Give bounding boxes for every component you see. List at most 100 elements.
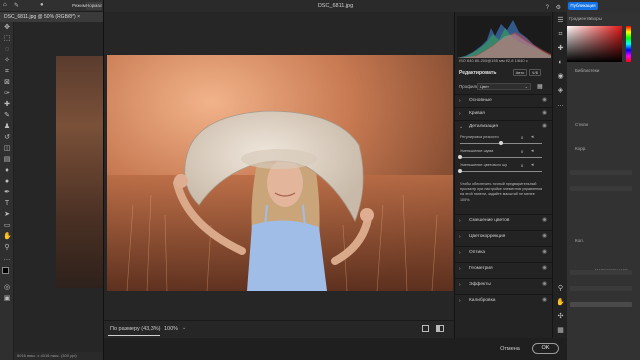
stamp-tool-icon[interactable]: ♟	[3, 123, 11, 131]
slider-value[interactable]: 0	[521, 163, 523, 168]
edit-sliders-icon[interactable]: ☰	[556, 16, 565, 25]
eye-icon[interactable]: ◉	[542, 265, 547, 271]
section-label: Оптика	[469, 250, 486, 255]
eye-icon[interactable]: ◉	[542, 97, 547, 103]
eye-icon[interactable]: ◉	[542, 217, 547, 223]
brush-preset-icon[interactable]: ●	[40, 2, 44, 8]
ok-button[interactable]: OK	[532, 343, 559, 354]
masking-icon[interactable]: ◐	[556, 58, 565, 67]
layer-row[interactable]	[570, 302, 632, 307]
eye-icon[interactable]: ◉	[542, 233, 547, 239]
profile-browser-icon[interactable]: ▦	[537, 83, 543, 90]
slider-value[interactable]: 0	[521, 135, 523, 140]
gradient-tool-icon[interactable]: ▤	[3, 156, 11, 164]
quick-select-tool-icon[interactable]: ✧	[3, 57, 11, 65]
quick-mask-icon[interactable]: ◎	[3, 284, 11, 292]
type-tool-icon[interactable]: T	[3, 200, 11, 208]
eye-icon[interactable]: ◉	[542, 297, 547, 303]
eraser-tool-icon[interactable]: ◫	[3, 145, 11, 153]
triangle-icon[interactable]: ◂	[531, 148, 534, 154]
tab-patterns[interactable]: Узоры	[589, 16, 602, 21]
section-calibration[interactable]: › Калибровка ◉	[455, 294, 553, 306]
layer-row[interactable]	[570, 270, 632, 275]
eye-icon[interactable]: ◉	[542, 281, 547, 287]
brush-tool-icon[interactable]: ✎	[3, 112, 11, 120]
cancel-button[interactable]: Отмена	[492, 344, 528, 354]
styles-label[interactable]: Стили	[575, 122, 588, 127]
hand-tool-icon[interactable]: ✋	[3, 233, 12, 241]
slider-thumb[interactable]	[458, 155, 462, 159]
grid-icon[interactable]: ▦	[556, 326, 565, 335]
hand-icon[interactable]: ✋	[556, 298, 565, 307]
chevron-down-icon[interactable]: ⌄	[182, 325, 186, 331]
fit-zoom-button[interactable]: По размеру (43,3%)	[110, 326, 161, 332]
crop-icon[interactable]: ⌗	[556, 30, 565, 39]
noise-reduction-slider[interactable]: Уменьшение шума 0 ◂	[455, 148, 553, 163]
foreground-color-swatch[interactable]	[2, 267, 9, 274]
lasso-tool-icon[interactable]: ◌	[3, 46, 11, 54]
blur-tool-icon[interactable]: ♦	[3, 167, 11, 175]
toggle-samplers-icon[interactable]: ✣	[556, 312, 565, 321]
marquee-tool-icon[interactable]: ⬚	[3, 35, 11, 43]
hue-slider[interactable]	[626, 26, 631, 62]
eye-icon[interactable]: ◉	[542, 249, 547, 255]
history-brush-tool-icon[interactable]: ↺	[3, 134, 11, 142]
healing-tool-icon[interactable]: ✚	[3, 101, 11, 109]
auto-button[interactable]: Авто	[513, 69, 527, 76]
section-label: Основные	[469, 98, 492, 103]
layer-row[interactable]	[570, 286, 632, 291]
section-effects[interactable]: › Эффекты ◉	[455, 278, 553, 290]
before-after-view-icon[interactable]	[436, 325, 444, 332]
zoom-tool-icon[interactable]: ⚲	[3, 244, 11, 252]
eye-icon[interactable]: ◉	[542, 110, 547, 116]
ps-document-image	[56, 56, 104, 288]
section-optics[interactable]: › Оптика ◉	[455, 246, 553, 258]
zoom-100-button[interactable]: 100%	[164, 326, 178, 332]
crop-tool-icon[interactable]: ⌗	[3, 68, 11, 76]
slider-value[interactable]: 0	[521, 149, 523, 154]
black-white-button[interactable]: Ч/Б	[529, 69, 541, 76]
layers-label[interactable]: Кол.	[575, 238, 584, 243]
color-noise-slider[interactable]: Уменьшение цветового шу 0 ◂	[455, 162, 553, 177]
pen-tool-icon[interactable]: ✒	[3, 189, 11, 197]
slider-thumb[interactable]	[499, 141, 503, 145]
dodge-tool-icon[interactable]: ●	[3, 178, 11, 186]
eye-icon[interactable]: ◉	[542, 123, 547, 129]
section-geometry[interactable]: › Геометрия ◉	[455, 262, 553, 274]
brush-icon[interactable]: ✎	[14, 2, 19, 9]
triangle-icon[interactable]: ◂	[531, 134, 534, 140]
section-basic[interactable]: › Основные ◉	[455, 94, 553, 106]
more-tools-icon[interactable]: …	[3, 255, 11, 263]
zoom-icon[interactable]: ⚲	[556, 284, 565, 293]
home-icon[interactable]: ⌂	[3, 2, 7, 8]
slider-thumb[interactable]	[458, 169, 462, 173]
layer-row[interactable]	[570, 170, 632, 175]
red-eye-icon[interactable]: ◉	[556, 72, 565, 81]
blend-mode-select[interactable]: Нормаль	[86, 2, 102, 10]
eyedropper-tool-icon[interactable]: ✑	[3, 90, 11, 98]
layer-row[interactable]	[570, 186, 632, 191]
screen-mode-icon[interactable]: ▣	[3, 295, 11, 303]
presets-icon[interactable]: ◈	[556, 86, 565, 95]
slider-track[interactable]	[460, 171, 542, 172]
path-select-tool-icon[interactable]: ➤	[3, 211, 11, 219]
sharpening-slider[interactable]: Регулировка резкости 0 ◂	[455, 134, 553, 149]
publish-button[interactable]: Публикация	[568, 2, 598, 10]
preview-photo[interactable]	[107, 55, 453, 291]
document-tab[interactable]: DSC_6811.jpg @ 50% (RGB/8*) ×	[0, 12, 104, 22]
adjust-label[interactable]: Корр.	[575, 146, 586, 151]
triangle-icon[interactable]: ◂	[531, 162, 534, 168]
slider-track[interactable]	[460, 157, 542, 158]
section-curve[interactable]: › Кривая ◉	[455, 107, 553, 119]
color-picker-field[interactable]	[566, 26, 622, 62]
single-view-icon[interactable]	[422, 325, 429, 332]
healing-icon[interactable]: ✚	[556, 44, 565, 53]
libraries-label[interactable]: Библиотеки	[575, 68, 599, 73]
section-color-grading[interactable]: › Цветокоррекция ◉	[455, 230, 553, 242]
shape-tool-icon[interactable]: ▭	[3, 222, 11, 230]
frame-tool-icon[interactable]: ⊠	[3, 79, 11, 87]
profile-select[interactable]: Цвет ⌄	[477, 83, 531, 90]
more-icon[interactable]: …	[556, 100, 565, 109]
section-color-mixer[interactable]: › Смешение цветов ◉	[455, 214, 553, 226]
move-tool-icon[interactable]: ✥	[3, 24, 11, 32]
